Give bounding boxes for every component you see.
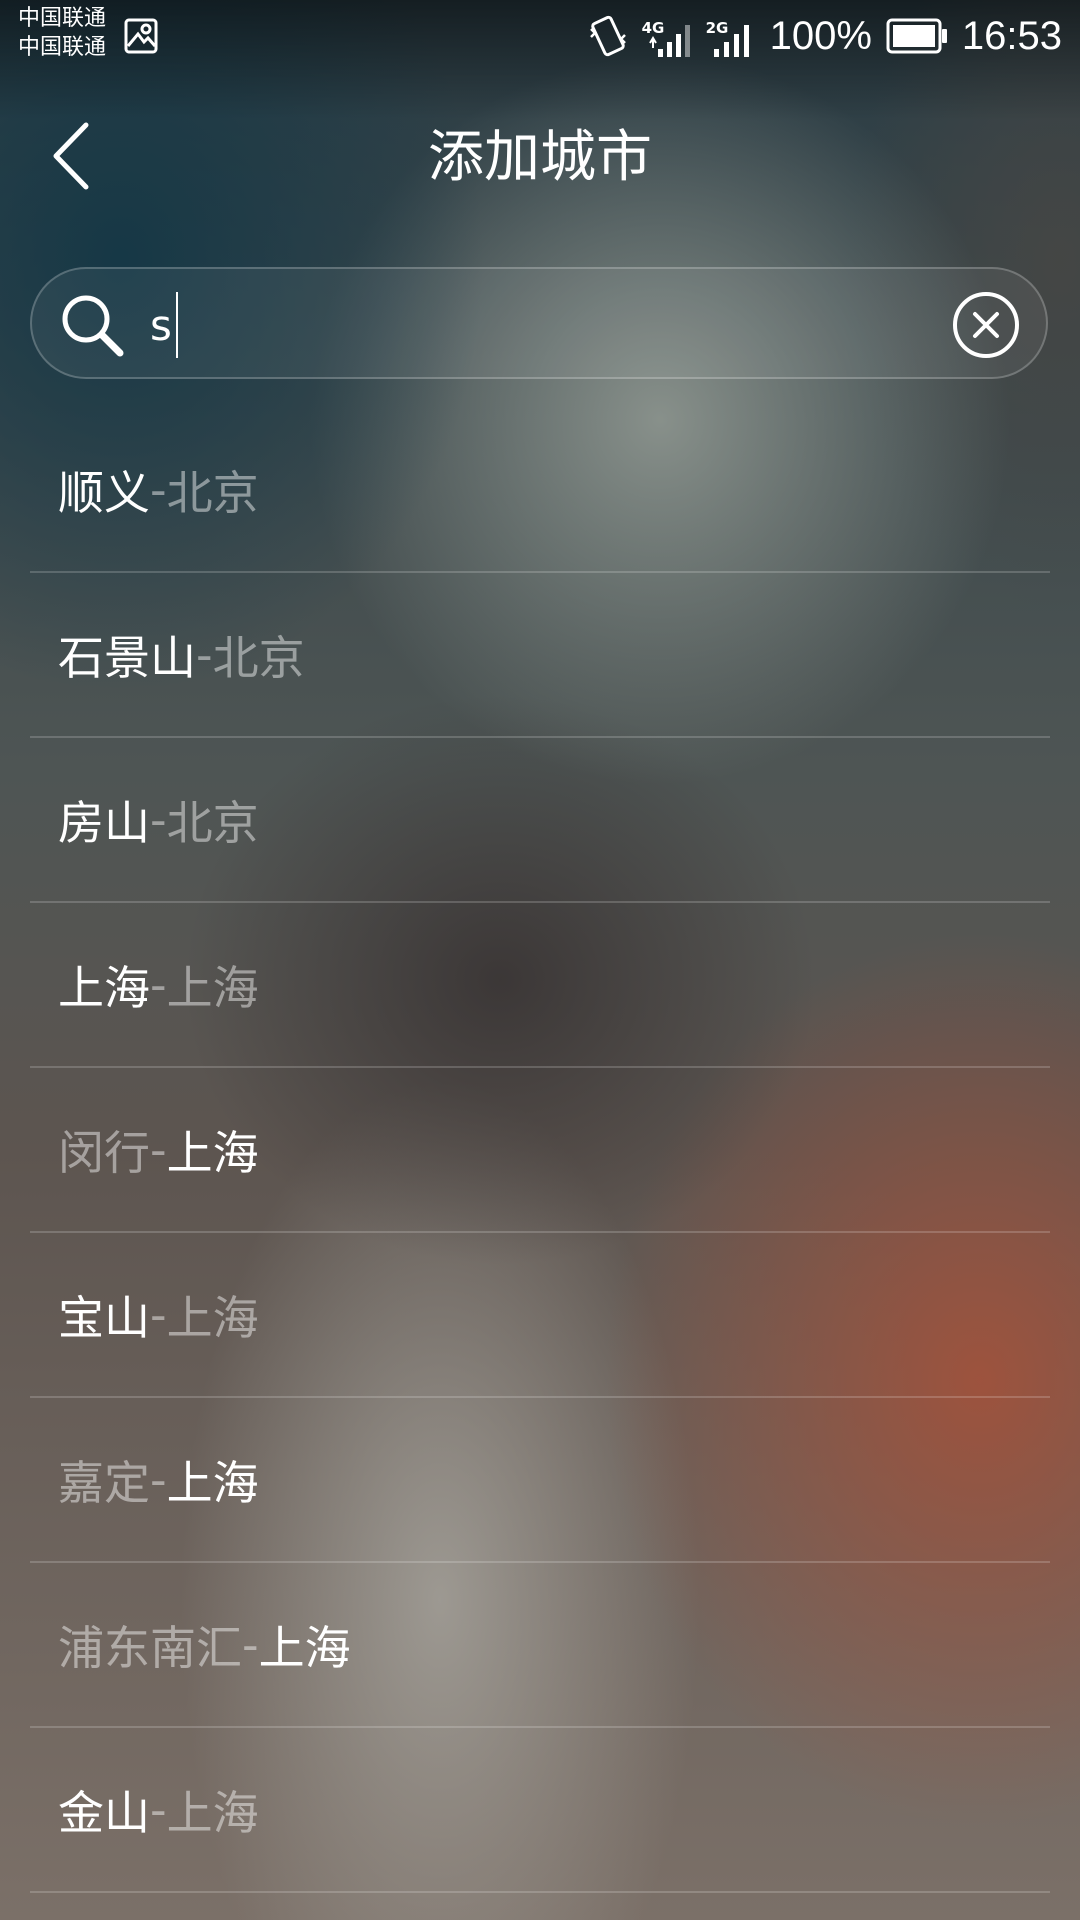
city-separator: - xyxy=(150,957,167,1012)
city-separator: - xyxy=(150,792,167,847)
search-input[interactable]: s xyxy=(150,292,178,358)
city-region: 北京 xyxy=(212,630,305,685)
app-header: 添加城市 xyxy=(0,92,1080,232)
city-results-list: 顺义 - 北京 石景山 - 北京 房山 - 北京 上海 - 上海 闵行 - 上海… xyxy=(30,408,1050,1893)
city-name: 金山 xyxy=(58,1785,150,1840)
clock: 16:53 xyxy=(961,13,1062,58)
city-name: 上海 xyxy=(58,960,150,1015)
city-separator: - xyxy=(196,627,213,682)
city-separator: - xyxy=(150,462,167,517)
city-separator: - xyxy=(150,1122,167,1177)
list-item[interactable]: 嘉定 - 上海 xyxy=(30,1398,1050,1563)
list-item[interactable]: 房山 - 北京 xyxy=(30,738,1050,903)
list-item[interactable]: 浦东南汇 - 上海 xyxy=(30,1563,1050,1728)
page-title: 添加城市 xyxy=(428,125,652,190)
list-item[interactable]: 顺义 - 北京 xyxy=(30,408,1050,573)
city-name: 石景山 xyxy=(58,630,196,685)
city-name: 嘉定 xyxy=(58,1455,150,1510)
city-name: 浦东南汇 xyxy=(58,1620,242,1675)
city-region: 上海 xyxy=(166,1290,259,1345)
city-name: 房山 xyxy=(58,795,150,850)
list-item[interactable]: 石景山 - 北京 xyxy=(30,573,1050,738)
list-item[interactable]: 金山 - 上海 xyxy=(30,1728,1050,1893)
city-region: 北京 xyxy=(166,795,259,850)
text-caret xyxy=(175,292,178,358)
search-bar[interactable]: s xyxy=(30,267,1048,379)
city-region: 上海 xyxy=(166,1785,259,1840)
city-separator: - xyxy=(150,1452,167,1507)
status-bar: 中国联通 中国联通 4G 2G 100% 16:53 xyxy=(0,0,1080,72)
search-icon xyxy=(62,295,124,357)
city-name: 闵行 xyxy=(58,1125,150,1180)
carrier-labels: 中国联通 中国联通 xyxy=(18,4,106,62)
list-item[interactable]: 上海 - 上海 xyxy=(30,903,1050,1068)
city-name: 宝山 xyxy=(58,1290,150,1345)
carrier-2-label: 中国联通 xyxy=(18,35,107,60)
vibrate-icon xyxy=(589,15,626,57)
signal-2g-icon: 2G xyxy=(706,13,756,59)
clear-search-button[interactable] xyxy=(952,291,1020,359)
city-name: 顺义 xyxy=(58,465,150,520)
city-region: 北京 xyxy=(166,465,259,520)
gallery-notification-icon xyxy=(124,18,158,54)
status-right-group: 4G 2G 100% 16:53 xyxy=(588,0,1062,72)
list-item[interactable]: 宝山 - 上海 xyxy=(30,1233,1050,1398)
battery-icon xyxy=(886,18,947,54)
signal-4g-icon: 4G xyxy=(642,13,692,59)
battery-percent: 100% xyxy=(769,13,872,58)
city-region: 上海 xyxy=(258,1620,351,1675)
city-separator: - xyxy=(242,1617,259,1672)
city-separator: - xyxy=(150,1782,167,1837)
city-separator: - xyxy=(150,1287,167,1342)
search-input-value: s xyxy=(150,300,172,350)
carrier-1-label: 中国联通 xyxy=(18,6,107,31)
city-region: 上海 xyxy=(166,1455,259,1510)
city-region: 上海 xyxy=(166,960,259,1015)
list-item[interactable]: 闵行 - 上海 xyxy=(30,1068,1050,1233)
city-region: 上海 xyxy=(166,1125,259,1180)
